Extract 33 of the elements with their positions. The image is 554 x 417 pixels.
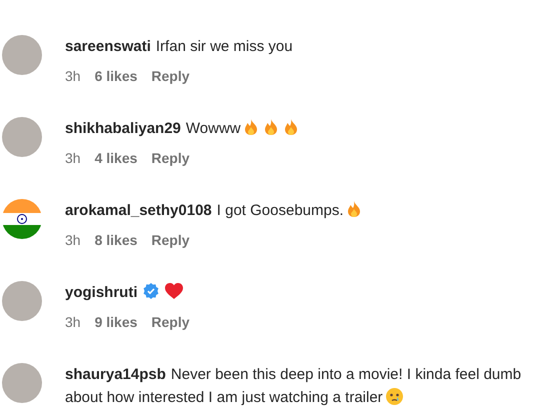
username-link[interactable]: arokamal_sethy0108 — [65, 202, 212, 219]
username-link[interactable]: shaurya14psb — [65, 366, 166, 383]
comment-text: sareenswati Irfan sir we miss you — [65, 37, 293, 57]
face-icon — [386, 388, 403, 405]
avatar-photo[interactable] — [2, 35, 42, 75]
fire-icon — [346, 201, 361, 217]
fire-icon — [284, 119, 298, 135]
flag-avatar[interactable] — [2, 199, 42, 239]
reply-button[interactable]: Reply — [151, 312, 190, 333]
avatar-photo[interactable] — [2, 281, 42, 321]
reply-button[interactable]: Reply — [151, 148, 190, 169]
avatar-photo[interactable] — [2, 117, 42, 157]
likes-count[interactable]: 8 likes — [94, 230, 138, 251]
comment-text: shikhabaliyan29 Wowww — [65, 117, 301, 140]
username-link[interactable]: shikhabaliyan29 — [65, 120, 181, 137]
comment-text: arokamal_sethy0108 I got Goosebumps. — [65, 199, 364, 222]
likes-count[interactable]: 6 likes — [94, 66, 138, 87]
comment-time: 3h — [65, 67, 81, 86]
comment-time: 3h — [65, 149, 81, 168]
username-link[interactable]: sareenswati — [65, 38, 151, 55]
verified-badge-icon — [142, 283, 159, 299]
comment-time: 3h — [65, 231, 81, 250]
likes-count[interactable]: 4 likes — [94, 148, 138, 169]
reply-button[interactable]: Reply — [151, 230, 190, 251]
comment-time: 3h — [65, 313, 81, 332]
likes-count[interactable]: 9 likes — [94, 312, 138, 333]
comment-text: shaurya14psb Never been this deep into a movie! I kinda feel dumb about how interested I am just watching a trailer — [65, 365, 522, 408]
username-link[interactable]: yogishruti — [65, 284, 138, 301]
fire-icon — [244, 119, 258, 135]
fire-icon — [264, 119, 278, 135]
reply-button[interactable]: Reply — [151, 66, 190, 87]
heart-icon — [164, 283, 183, 299]
avatar-photo[interactable] — [2, 363, 42, 403]
